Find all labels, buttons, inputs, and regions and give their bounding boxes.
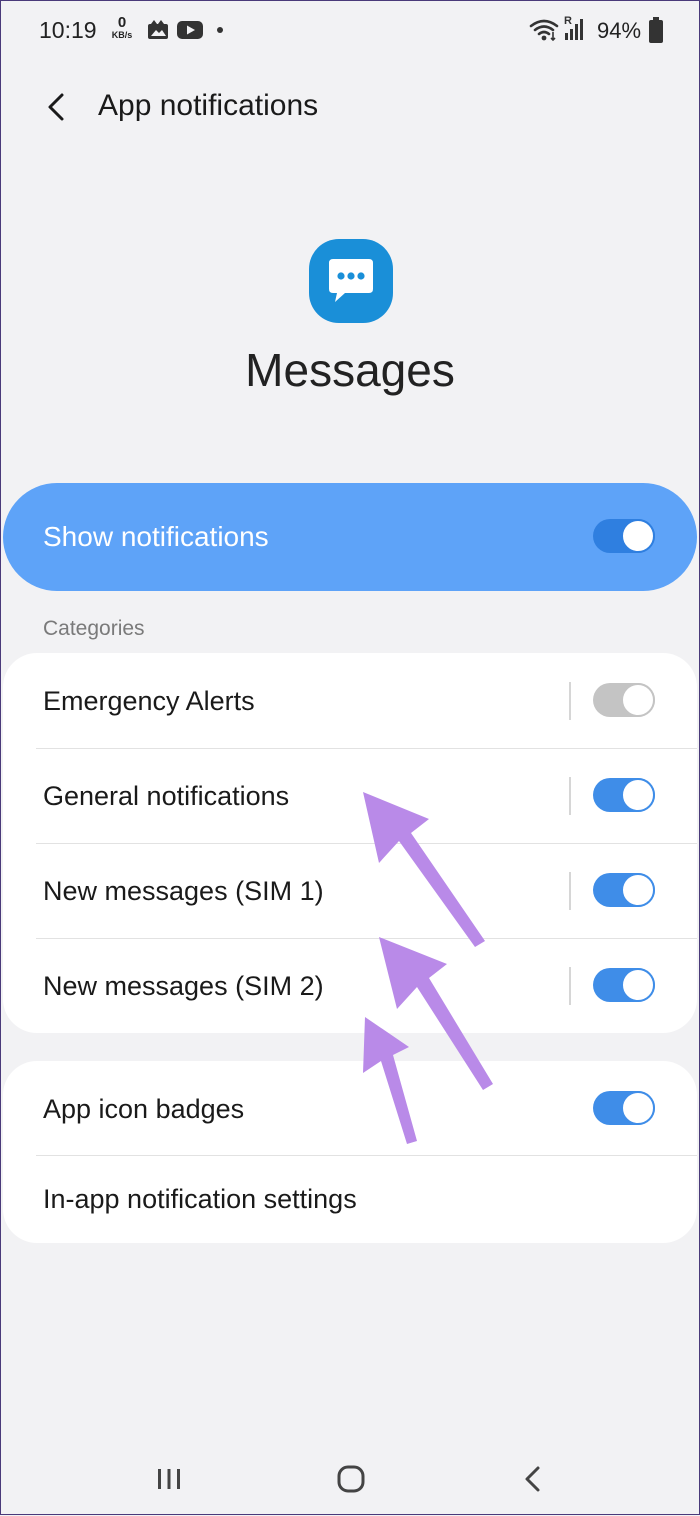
- show-notifications-toggle[interactable]: [593, 519, 655, 553]
- new-messages-sim1-toggle[interactable]: [593, 873, 655, 907]
- app-icon-badges-toggle[interactable]: [593, 1091, 655, 1125]
- general-notifications-toggle[interactable]: [593, 778, 655, 812]
- navigation-bar: [1, 1441, 699, 1516]
- other-settings-card: App icon badges In-app notification sett…: [3, 1061, 697, 1243]
- category-label: New messages (SIM 1): [43, 876, 324, 906]
- signal-icon: [565, 19, 583, 40]
- app-bar: App notifications: [1, 71, 699, 141]
- youtube-icon: [177, 21, 203, 39]
- category-row-emergency-alerts[interactable]: Emergency Alerts: [3, 653, 697, 748]
- category-row-new-messages-sim2[interactable]: New messages (SIM 2): [3, 939, 697, 1033]
- category-label: New messages (SIM 2): [43, 971, 324, 1001]
- categories-section-label: Categories: [43, 617, 145, 640]
- status-bar: 10:19 0 KB/s R 94%: [1, 1, 699, 61]
- show-notifications-row[interactable]: Show notifications: [3, 483, 697, 591]
- category-label: Emergency Alerts: [43, 686, 255, 716]
- network-speed-unit: KB/s: [111, 30, 133, 40]
- image-icon: [148, 20, 168, 39]
- show-notifications-label: Show notifications: [43, 521, 269, 552]
- in-app-notification-settings-label: In-app notification settings: [43, 1184, 357, 1214]
- row-separator: [569, 872, 571, 910]
- category-row-general-notifications[interactable]: General notifications: [3, 749, 697, 843]
- recent-apps-icon[interactable]: [149, 1459, 189, 1499]
- notification-dot-icon: [217, 27, 223, 33]
- battery-icon: [649, 17, 663, 43]
- in-app-notification-settings-row[interactable]: In-app notification settings: [3, 1156, 697, 1243]
- new-messages-sim2-toggle[interactable]: [593, 968, 655, 1002]
- wifi-icon: [529, 19, 559, 42]
- back-chevron-icon[interactable]: [37, 87, 77, 127]
- app-name: Messages: [245, 344, 455, 396]
- network-speed-value: 0: [117, 14, 127, 31]
- battery-percentage: 94%: [597, 18, 642, 43]
- status-time: 10:19: [39, 17, 97, 43]
- messages-app-icon: [309, 239, 393, 323]
- emergency-alerts-toggle[interactable]: [593, 683, 655, 717]
- page-title: App notifications: [98, 89, 319, 122]
- home-icon[interactable]: [331, 1459, 371, 1499]
- app-icon-badges-row[interactable]: App icon badges: [3, 1061, 697, 1155]
- row-separator: [569, 777, 571, 815]
- network-speed: 0 KB/s: [107, 15, 137, 40]
- category-label: General notifications: [43, 781, 290, 811]
- category-row-new-messages-sim1[interactable]: New messages (SIM 1): [3, 844, 697, 938]
- row-separator: [569, 682, 571, 720]
- row-separator: [569, 967, 571, 1005]
- back-icon[interactable]: [513, 1459, 553, 1499]
- categories-card: Emergency Alerts General notifications N…: [3, 653, 697, 1033]
- app-icon-badges-label: App icon badges: [43, 1094, 245, 1124]
